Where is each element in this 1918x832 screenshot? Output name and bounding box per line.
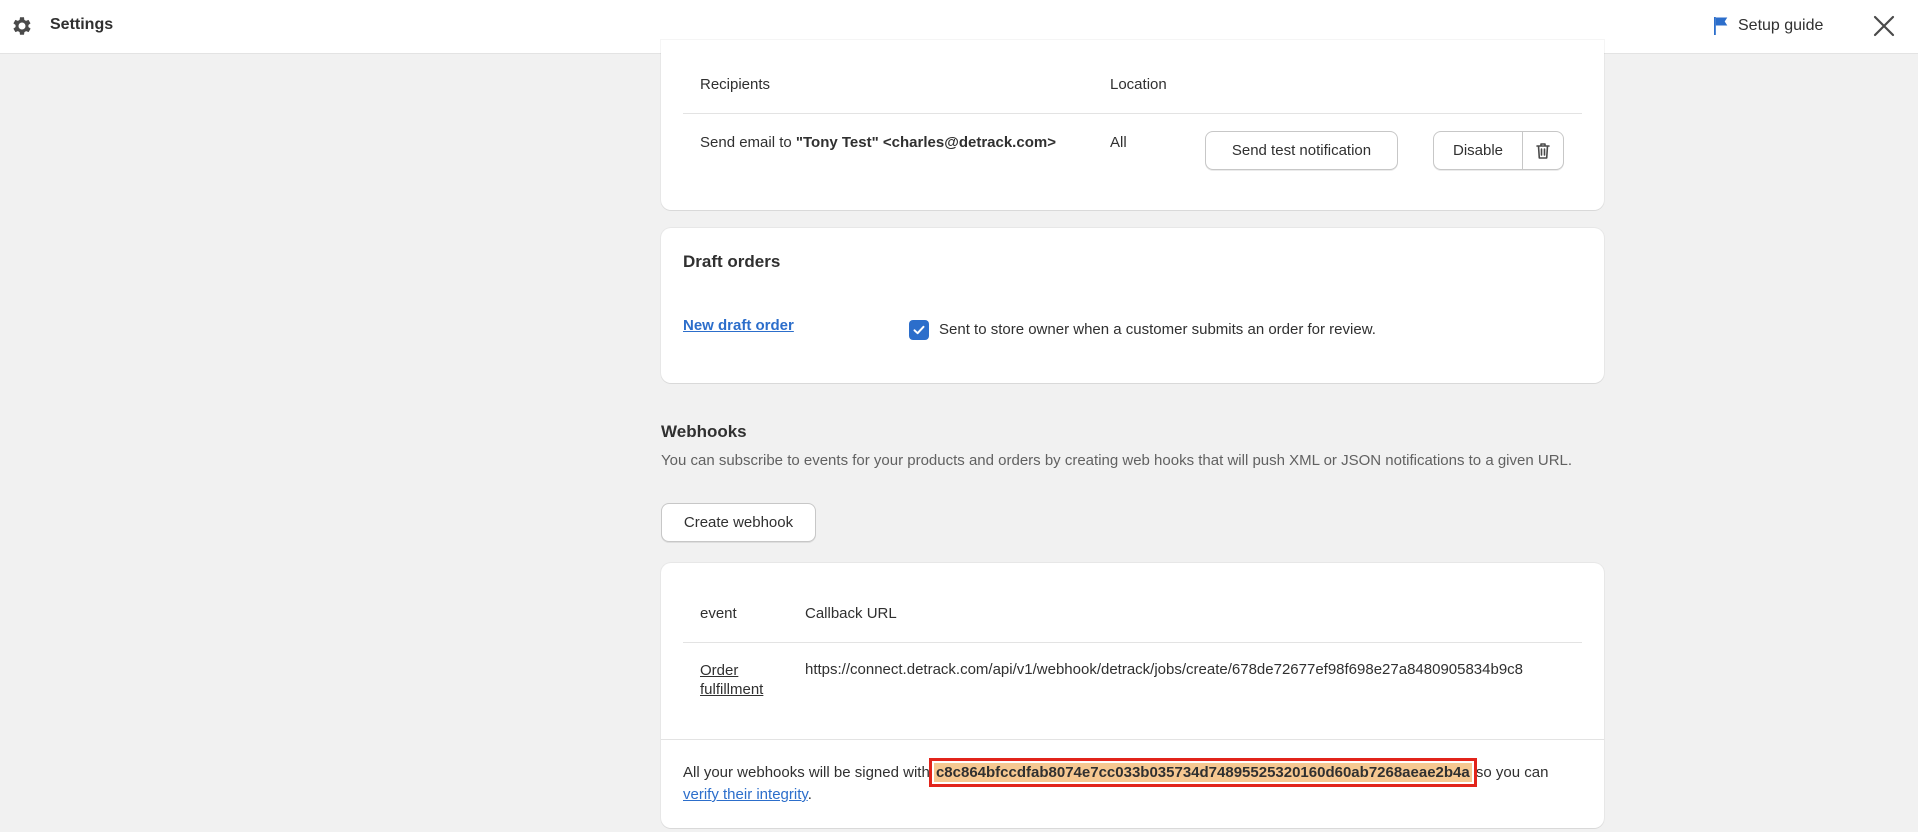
webhooks-table-card: event Callback URL Order fulfillment htt… <box>661 563 1604 828</box>
callback-url-cell: https://connect.detrack.com/api/v1/webho… <box>805 661 1524 678</box>
webhook-event-link[interactable]: Order fulfillment <box>700 661 763 699</box>
sign-suffix: . <box>807 786 812 803</box>
location-cell: All <box>1110 134 1127 151</box>
draft-order-description: Sent to store owner when a customer subm… <box>939 321 1376 338</box>
column-header-location: Location <box>1110 76 1167 93</box>
card-footer-divider <box>661 739 1604 740</box>
divider <box>683 113 1582 114</box>
disable-button-group: Disable <box>1433 131 1564 170</box>
webhook-secret-key: c8c864bfccdfab8074e7cc033b035734d7489552… <box>928 758 1477 787</box>
draft-orders-card: Draft orders New draft order Sent to sto… <box>661 228 1604 383</box>
verify-integrity-link[interactable]: verify their integrity <box>683 786 808 803</box>
flag-icon <box>1714 17 1728 35</box>
recipient-cell: Send email to "Tony Test" <charles@detra… <box>700 134 1056 151</box>
column-header-event: event <box>700 605 737 622</box>
close-icon[interactable] <box>1870 12 1898 40</box>
divider <box>683 642 1582 643</box>
page-title: Settings <box>50 16 114 33</box>
column-header-callback-url: Callback URL <box>805 605 897 622</box>
new-draft-order-link[interactable]: New draft order <box>683 317 794 334</box>
draft-orders-title: Draft orders <box>683 252 781 271</box>
webhook-signing-notice: All your webhooks will be signed with c8… <box>683 758 1583 806</box>
disable-button[interactable]: Disable <box>1433 131 1523 170</box>
recipient-value: "Tony Test" <charles@detrack.com> <box>795 134 1056 151</box>
send-test-notification-button[interactable]: Send test notification <box>1205 131 1398 170</box>
checkmark-icon <box>913 325 925 335</box>
recipient-prefix: Send email to <box>700 134 796 151</box>
gear-icon <box>13 17 31 35</box>
draft-order-checkbox[interactable] <box>909 320 929 340</box>
event-line-2: fulfillment <box>700 681 764 698</box>
setup-guide-label: Setup guide <box>1738 17 1824 34</box>
trash-icon <box>1536 142 1550 159</box>
sign-middle: so you can <box>1471 764 1549 781</box>
webhooks-description: You can subscribe to events for your pro… <box>661 452 1573 469</box>
event-line-1: Order <box>700 662 739 679</box>
email-notification-card: Recipients Location Send email to "Tony … <box>661 40 1604 210</box>
column-header-recipients: Recipients <box>700 76 771 93</box>
create-webhook-button[interactable]: Create webhook <box>661 503 816 542</box>
setup-guide-button[interactable]: Setup guide <box>1712 16 1823 36</box>
delete-button[interactable] <box>1523 131 1564 170</box>
sign-prefix: All your webhooks will be signed with <box>683 764 934 781</box>
webhooks-title: Webhooks <box>661 422 747 441</box>
